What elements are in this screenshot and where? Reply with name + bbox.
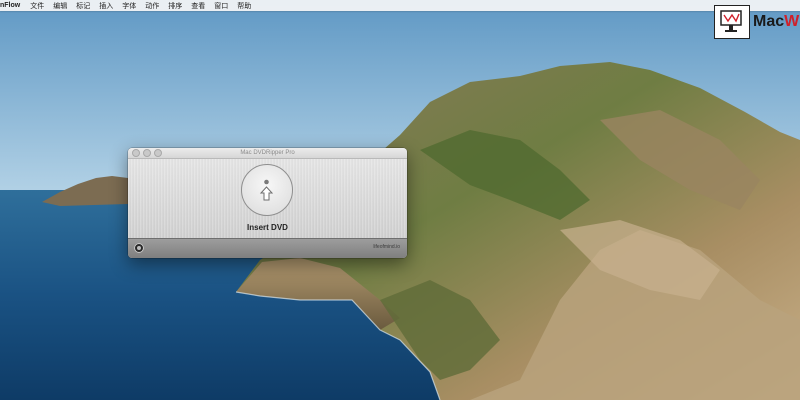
- menu-item-help[interactable]: 帮助: [237, 1, 251, 11]
- dvdripper-window: Mac DVDRipper Pro Insert DVD lifeofmind.…: [128, 148, 407, 258]
- menu-app-name[interactable]: nFlow: [0, 2, 20, 9]
- menu-item-action[interactable]: 动作: [145, 1, 159, 11]
- menu-item-sort[interactable]: 排序: [168, 1, 182, 11]
- watermark-text-accent: W: [784, 13, 800, 30]
- menu-item-edit[interactable]: 编辑: [53, 1, 67, 11]
- menu-bar: nFlow 文件 编辑 标记 插入 字体 动作 排序 查看 窗口 帮助: [0, 0, 800, 11]
- menu-item-file[interactable]: 文件: [30, 1, 44, 11]
- watermark-logo: MacW: [710, 2, 800, 42]
- monitor-logo-icon: [714, 5, 750, 39]
- menu-item-font[interactable]: 字体: [122, 1, 136, 11]
- site-label[interactable]: lifeofmind.io: [373, 244, 400, 250]
- insert-dvd-label: Insert DVD: [247, 223, 288, 232]
- window-body: Insert DVD: [128, 159, 407, 239]
- settings-icon[interactable]: [134, 243, 144, 253]
- menu-item-view[interactable]: 查看: [191, 1, 205, 11]
- watermark-text: MacW: [753, 13, 799, 31]
- menu-item-window[interactable]: 窗口: [214, 1, 228, 11]
- window-titlebar[interactable]: Mac DVDRipper Pro: [128, 148, 407, 159]
- window-bottom-bar: lifeofmind.io: [128, 238, 407, 258]
- menu-item-mark[interactable]: 标记: [76, 1, 90, 11]
- watermark-text-main: Mac: [753, 13, 785, 30]
- arrow-up-icon: [259, 179, 274, 201]
- disc-icon[interactable]: [241, 164, 293, 216]
- menu-item-insert[interactable]: 插入: [99, 1, 113, 11]
- window-title: Mac DVDRipper Pro: [240, 150, 295, 156]
